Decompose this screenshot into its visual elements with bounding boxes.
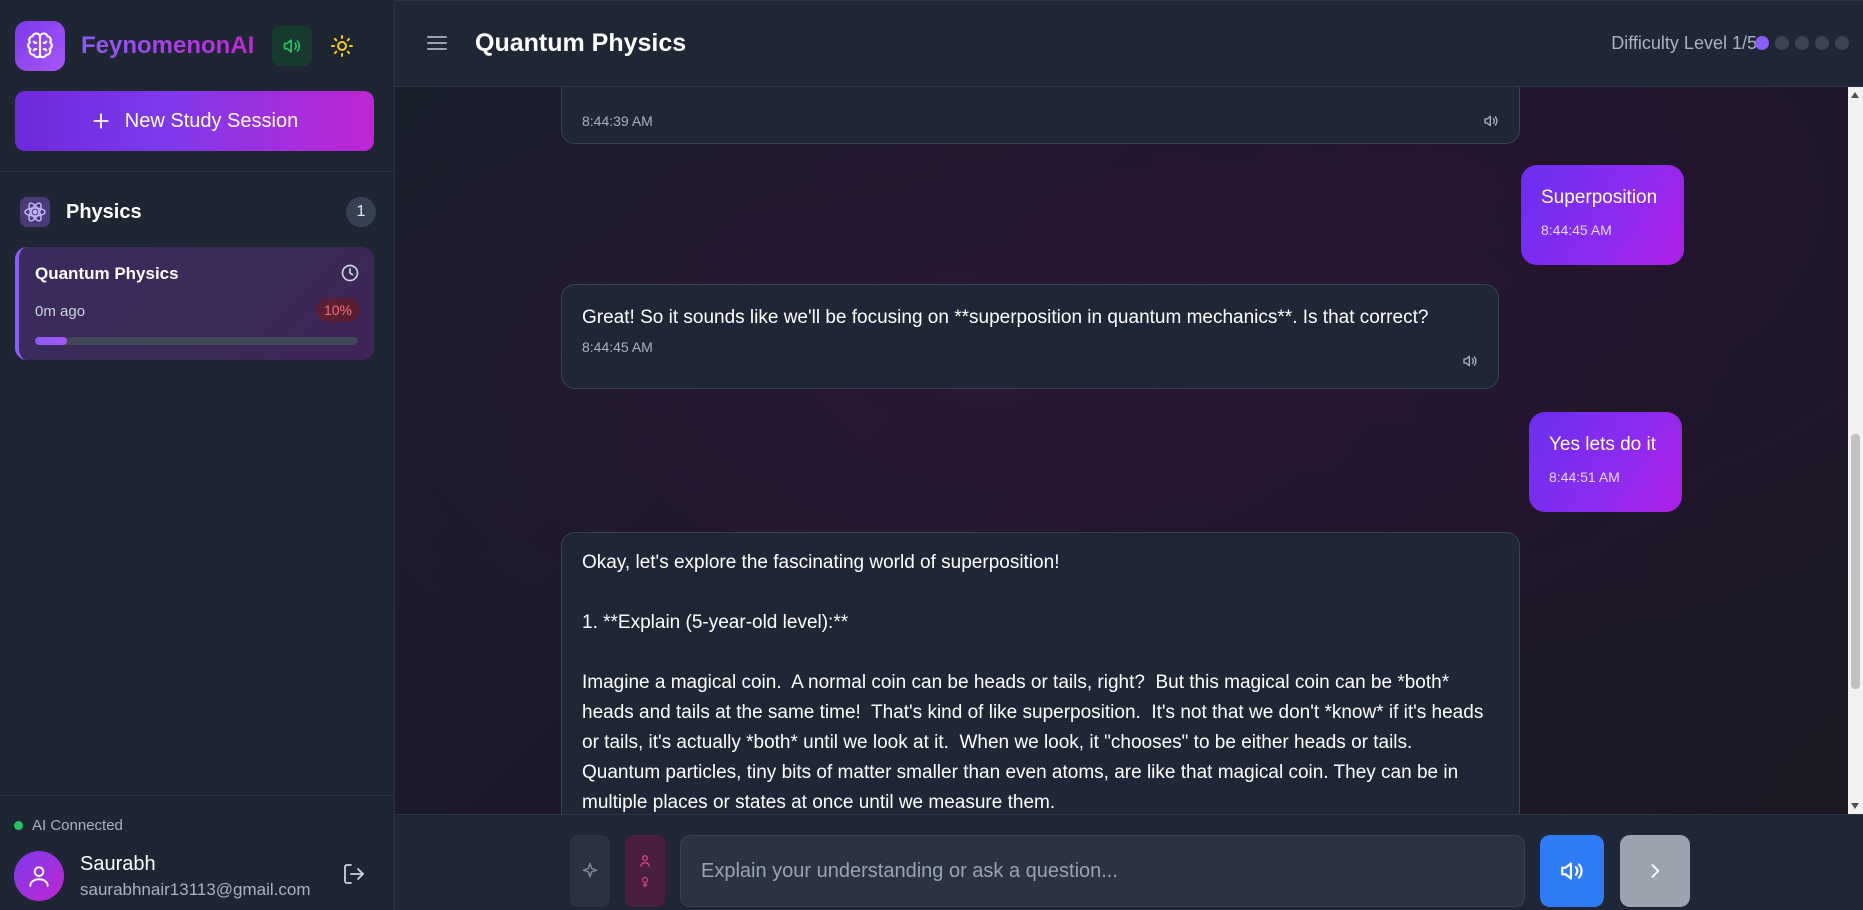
page-title: Quantum Physics [475,29,687,57]
message-text: Great! So it sounds like we'll be focusi… [582,307,1429,328]
subject-count-badge: 1 [346,197,376,227]
sidebar-divider [0,171,395,172]
scrollbar-thumb[interactable] [1851,434,1860,689]
difficulty-indicator [1755,36,1849,50]
speaker-icon [1561,862,1583,880]
user-info: Saurabh saurabhnair13113@gmail.com [80,853,311,900]
brand-row: FeynomenonAI [15,20,385,72]
scroll-up-arrow-icon[interactable] [1851,92,1859,98]
speaker-icon [1463,355,1477,367]
subject-group-physics[interactable]: Physics 1 [20,194,376,230]
session-progress-fill [35,337,68,345]
user-message: Yes lets do it 8:44:51 AM [1529,412,1682,512]
new-study-session-button[interactable]: New Study Session [15,91,374,151]
difficulty-dot [1795,36,1809,50]
ai-message: 8:44:39 AM [561,87,1520,144]
speak-message-button[interactable] [1462,353,1478,375]
status-dot [14,821,23,830]
brain-icon [15,21,65,71]
subject-name: Physics [66,200,142,223]
chat-input[interactable] [680,835,1525,907]
sparkle-icon [582,862,598,878]
session-progress-bar [35,337,358,345]
difficulty-dot [1835,36,1849,50]
composer [395,814,1863,910]
message-time: 8:44:45 AM [1541,222,1612,238]
person-icon [640,855,650,867]
speaker-icon [284,39,301,53]
menu-button[interactable] [425,31,449,60]
difficulty-dot [1775,36,1789,50]
new-study-session-label: New Study Session [124,109,299,132]
chat-scrollbar[interactable] [1848,87,1863,814]
ai-message: Great! So it sounds like we'll be focusi… [561,284,1499,389]
user-name: Saurabh [80,852,156,875]
avatar [14,851,64,901]
chat-area[interactable]: 8:44:39 AM Superposition 8:44:45 AM Grea… [395,87,1863,814]
ai-status: AI Connected [14,817,123,834]
top-bar: Quantum Physics Difficulty Level 1/5 [395,0,1863,87]
difficulty-label: Difficulty Level 1/5 [1611,33,1757,53]
ai-status-label: AI Connected [32,817,123,834]
difficulty-dot [1755,36,1769,50]
user-icon [29,866,49,887]
text-to-speech-button[interactable] [1540,835,1604,907]
message-time: 8:44:45 AM [582,339,653,355]
app-name: FeynomenonAI [81,32,255,59]
message-text: Superposition [1541,187,1658,208]
user-email: saurabhnair13113@gmail.com [80,879,311,899]
ai-message: Okay, let's explore the fascinating worl… [561,532,1520,814]
atom-icon [20,197,50,227]
clock-icon [340,263,360,288]
voice-select-button[interactable] [625,835,665,907]
session-last-active: 0m ago [35,303,86,320]
sidebar: FeynomenonAI New Study Session Physics 1… [0,0,395,910]
scroll-down-arrow-icon[interactable] [1851,803,1859,809]
session-card[interactable]: Quantum Physics 0m ago 10% [15,247,374,360]
message-time: 8:44:39 AM [582,113,653,129]
female-icon [642,877,648,888]
ai-assist-button[interactable] [570,835,610,907]
sun-icon [331,35,354,57]
message-text: Okay, let's explore the fascinating worl… [582,552,1484,813]
sidebar-footer-divider [0,795,395,796]
speak-message-button[interactable] [1483,113,1499,135]
user-profile: Saurabh saurabhnair13113@gmail.com [14,850,374,902]
session-title: Quantum Physics [35,264,179,283]
send-button[interactable] [1620,835,1690,907]
speaker-icon [1484,115,1498,127]
session-progress-badge: 10% [315,298,360,322]
plus-icon [93,113,109,129]
difficulty-dot [1815,36,1829,50]
logout-button[interactable] [342,862,366,891]
logout-icon [344,863,364,884]
theme-toggle-button[interactable] [322,26,362,66]
sound-toggle-button[interactable] [272,26,313,66]
user-message: Superposition 8:44:45 AM [1521,165,1684,265]
chevron-right-icon [1651,864,1660,878]
message-time: 8:44:51 AM [1549,469,1620,485]
message-text: Yes lets do it [1549,434,1657,455]
hamburger-icon [427,36,447,50]
